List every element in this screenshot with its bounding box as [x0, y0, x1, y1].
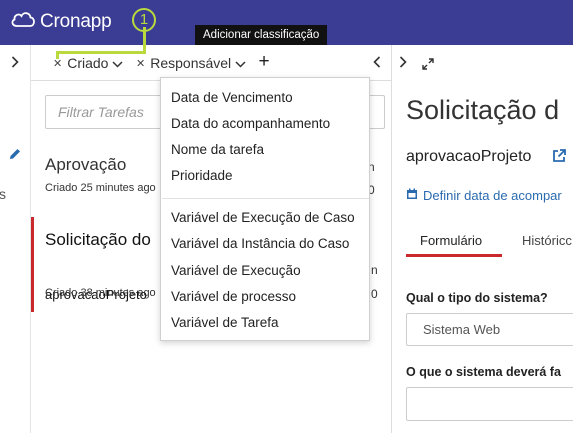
menu-item-var-execucao-caso[interactable]: Variável de Execução de Caso [171, 210, 355, 225]
add-sort-tooltip: Adicionar classificação [195, 25, 328, 45]
menu-item-data-acompanhamento[interactable]: Data do acompanhamento [171, 116, 330, 131]
task-title: Solicitação do [45, 230, 151, 249]
external-link-icon[interactable] [552, 149, 566, 168]
chevron-down-icon[interactable] [235, 55, 246, 71]
question-system-purpose-label: O que o sistema deverá fa [406, 365, 561, 379]
set-followup-date-label: Definir data de acompar [423, 188, 562, 203]
task-created: Criado 38 minutes ago [45, 287, 156, 299]
pencil-icon[interactable] [8, 147, 22, 166]
sort-chip-responsavel[interactable]: ✕ Responsável [136, 55, 246, 71]
question-system-type-label: Qual o tipo do sistema? [406, 291, 548, 305]
chip-label: Criado [67, 55, 109, 71]
sort-chip-criado[interactable]: ✕ Criado [53, 55, 123, 71]
detail-tabs: Formulário Históricc [406, 231, 573, 258]
expand-arrows-icon[interactable] [422, 57, 434, 75]
detail-title: Solicitação d [406, 95, 560, 125]
menu-item-var-instancia-caso[interactable]: Variável da Instância do Caso [171, 236, 349, 251]
task-detail-panel: Solicitação d aprovacaoProjeto Definir d… [391, 45, 573, 433]
menu-divider [162, 198, 369, 199]
cloud-logo-icon [10, 9, 36, 34]
set-followup-date-link[interactable]: Definir data de acompar [406, 188, 562, 203]
add-sort-menu: Data de Vencimento Data do acompanhament… [160, 77, 370, 341]
collapse-list-chevron-icon[interactable] [373, 55, 381, 73]
active-tab-indicator [406, 254, 502, 257]
menu-item-var-processo[interactable]: Variável de processo [171, 289, 296, 304]
annotation-line [56, 51, 59, 59]
task-created: Criado 25 minutes ago [45, 182, 156, 194]
detail-process-name: aprovacaoProjeto [406, 148, 532, 165]
chevron-down-icon[interactable] [112, 55, 123, 71]
add-sort-button[interactable]: + [256, 51, 272, 73]
menu-item-nome-tarefa[interactable]: Nome da tarefa [171, 142, 264, 157]
detail-toolbar [392, 45, 573, 81]
tab-historico[interactable]: Históricc [522, 233, 572, 248]
app-name: Cronapp [40, 10, 112, 32]
annotation-number-badge: 1 [132, 8, 156, 32]
system-type-field[interactable]: Sistema Web [406, 313, 573, 346]
calendar-icon [406, 188, 418, 203]
task-title: Aprovação [45, 155, 127, 174]
left-nav: s [0, 45, 31, 433]
chip-label: Responsável [150, 55, 232, 71]
tab-formulario[interactable]: Formulário [420, 233, 482, 248]
menu-item-prioridade[interactable]: Prioridade [171, 168, 233, 183]
nav-truncated-text: s [0, 186, 6, 202]
task-right-text: 0 [371, 287, 378, 301]
menu-item-data-vencimento[interactable]: Data de Vencimento [171, 90, 293, 105]
menu-item-var-tarefa[interactable]: Variável de Tarefa [171, 315, 279, 330]
annotation-line [58, 51, 146, 54]
menu-item-var-execucao[interactable]: Variável de Execução [171, 263, 301, 278]
app-logo[interactable]: Cronapp [10, 9, 112, 34]
task-right-text: n [371, 263, 378, 277]
collapse-detail-chevron-icon[interactable] [399, 55, 407, 73]
system-purpose-field[interactable] [406, 387, 573, 421]
remove-chip-icon[interactable]: ✕ [136, 57, 145, 70]
expand-nav-chevron-icon[interactable] [11, 55, 19, 71]
